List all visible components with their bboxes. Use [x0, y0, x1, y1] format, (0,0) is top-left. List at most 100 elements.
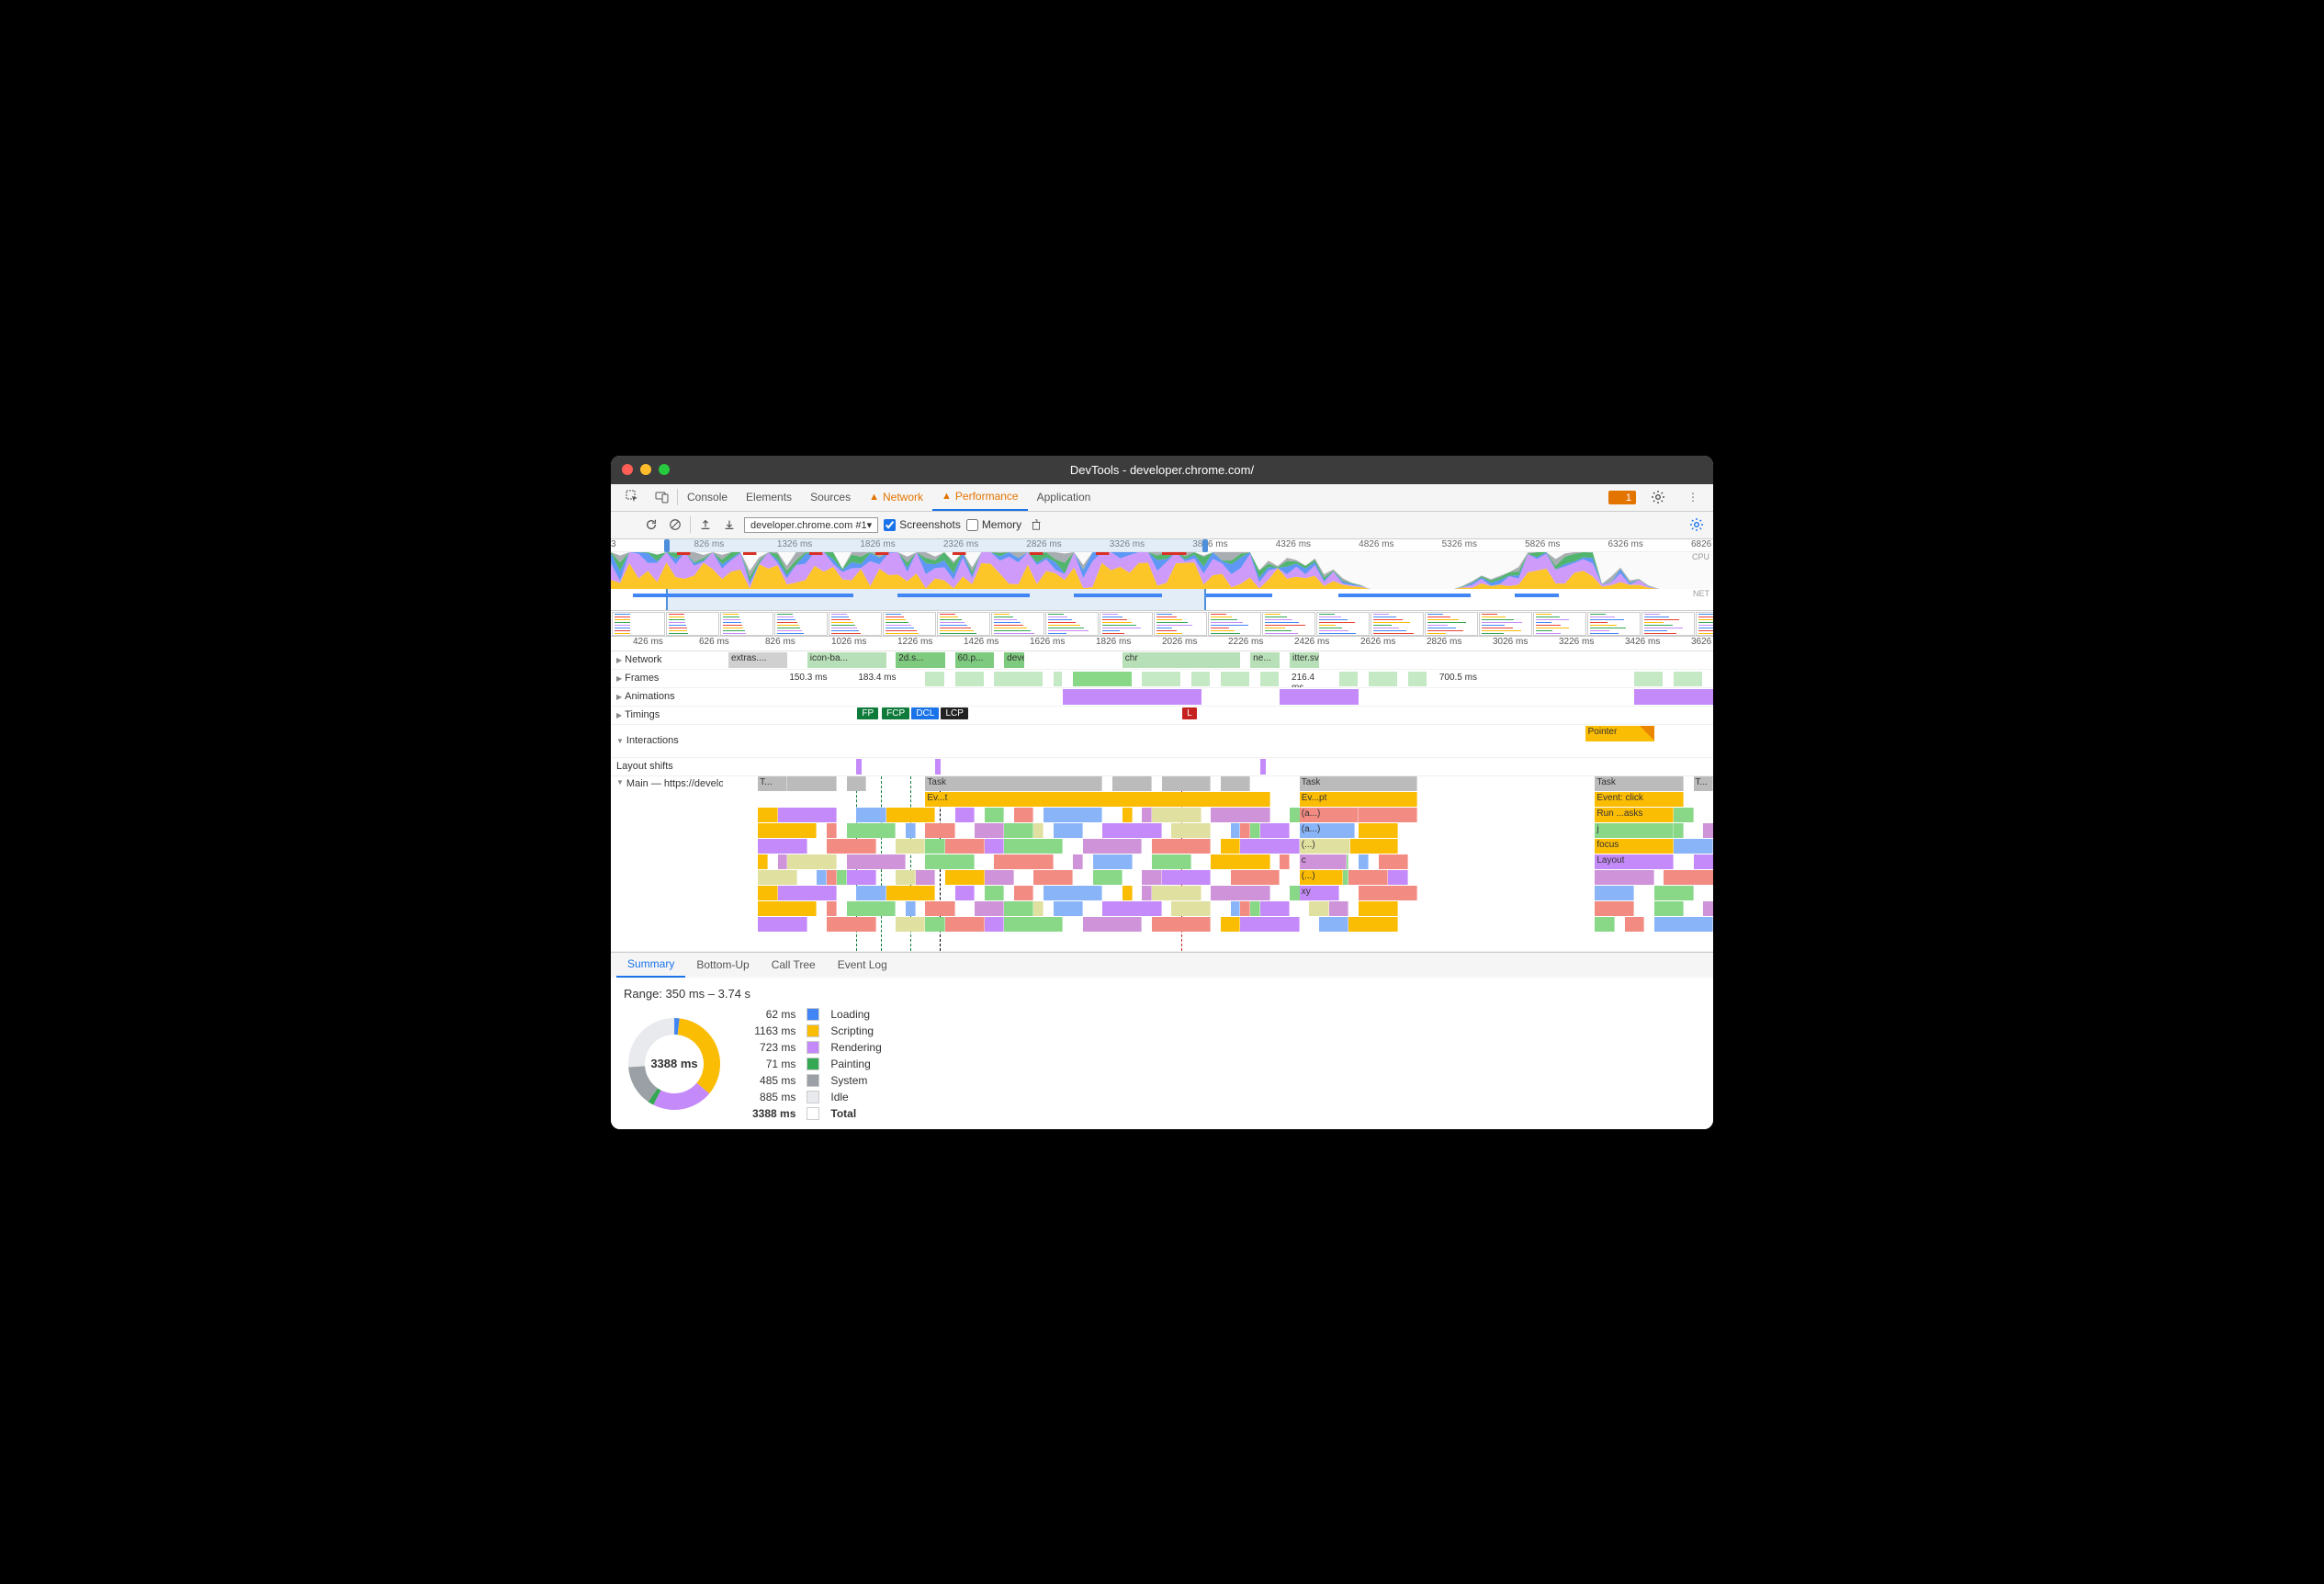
flame-frame[interactable]	[1142, 870, 1161, 885]
filmstrip-thumb[interactable]	[1045, 612, 1099, 636]
track-main[interactable]: ▼Main — https://developer.chrome.com/ T.…	[611, 776, 1713, 952]
flame-frame[interactable]	[1162, 870, 1212, 885]
flame-frame[interactable]	[945, 870, 985, 885]
flame-frame[interactable]	[758, 823, 817, 838]
flame-frame[interactable]	[758, 808, 777, 822]
filmstrip-thumb[interactable]	[720, 612, 773, 636]
flame-frame[interactable]	[1348, 917, 1398, 932]
device-icon[interactable]	[648, 490, 677, 504]
flame-frame[interactable]	[1014, 808, 1033, 822]
flame-frame[interactable]	[1033, 870, 1073, 885]
network-request[interactable]: extras....	[728, 652, 787, 668]
frame-bar[interactable]	[1408, 672, 1427, 686]
network-request[interactable]: icon-ba...	[807, 652, 886, 668]
close-icon[interactable]	[622, 464, 633, 475]
flame-frame[interactable]: Ev...pt	[1300, 792, 1418, 807]
flame-frame[interactable]	[827, 823, 837, 838]
flame-frame[interactable]: (a...)	[1300, 823, 1355, 838]
flame-frame[interactable]	[1152, 917, 1211, 932]
frame-bar[interactable]: 216.4 ms	[1290, 672, 1329, 687]
details-tab-bottom-up[interactable]: Bottom-Up	[685, 953, 760, 978]
flame-frame[interactable]	[837, 870, 847, 885]
inspect-icon[interactable]	[618, 490, 648, 504]
flame-frame[interactable]	[955, 886, 975, 900]
frame-bar[interactable]: 150.3 ms	[787, 672, 846, 684]
flame-frame[interactable]	[1033, 901, 1044, 916]
flame-frame[interactable]	[758, 854, 768, 869]
flame-task[interactable]	[1162, 776, 1212, 791]
flame-frame[interactable]	[1348, 870, 1388, 885]
flame-task[interactable]	[787, 776, 837, 791]
flame-frame[interactable]	[955, 808, 975, 822]
flame-frame[interactable]: (...)	[1300, 839, 1351, 854]
tab-network[interactable]: ▲Network	[860, 484, 932, 511]
flame-frame[interactable]	[1250, 901, 1260, 916]
layout-shift[interactable]	[1260, 759, 1266, 775]
flame-frame[interactable]	[1044, 886, 1102, 900]
filmstrip-thumb[interactable]	[666, 612, 719, 636]
flame-frame[interactable]	[1359, 886, 1417, 900]
flame-frame[interactable]	[1231, 870, 1280, 885]
recording-select[interactable]: developer.chrome.com #1▾	[744, 517, 878, 533]
upload-button[interactable]	[696, 515, 715, 534]
track-frames[interactable]: ▶Frames 150.3 ms183.4 ms216.4 ms700.5 ms	[611, 670, 1713, 688]
frame-bar[interactable]	[1073, 672, 1132, 686]
flame-frame[interactable]	[1123, 886, 1133, 900]
flame-frame[interactable]: xy	[1300, 886, 1339, 900]
filmstrip-thumb[interactable]	[1425, 612, 1478, 636]
flame-frame[interactable]	[896, 917, 925, 932]
flame-frame[interactable]	[778, 886, 837, 900]
settings-icon[interactable]	[1643, 490, 1673, 504]
flame-frame[interactable]	[1044, 808, 1102, 822]
network-request[interactable]: 2d.s...	[896, 652, 945, 668]
filmstrip-thumb[interactable]	[1533, 612, 1586, 636]
frame-bar[interactable]	[1054, 672, 1064, 686]
filmstrip-thumb[interactable]	[937, 612, 990, 636]
filmstrip-thumb[interactable]	[1154, 612, 1207, 636]
filmstrip-thumb[interactable]	[1696, 612, 1713, 636]
flame-frame[interactable]: Layout	[1595, 854, 1674, 869]
flame-frame[interactable]	[1231, 823, 1241, 838]
flame-frame[interactable]	[817, 870, 827, 885]
overview[interactable]: 3826 ms1326 ms1826 ms2326 ms2826 ms3326 …	[611, 539, 1713, 611]
flame-frame[interactable]	[1654, 917, 1713, 932]
flame-frame[interactable]	[985, 839, 1004, 854]
flame-task[interactable]: T...	[758, 776, 787, 791]
flame-frame[interactable]	[1171, 901, 1211, 916]
flame-frame[interactable]	[1348, 839, 1398, 854]
flame-frame[interactable]	[1240, 917, 1299, 932]
timing-badge-fp[interactable]: FP	[857, 707, 878, 719]
network-request[interactable]: chr	[1123, 652, 1241, 668]
flame-frame[interactable]	[1171, 823, 1211, 838]
flame-frame[interactable]	[1260, 823, 1290, 838]
more-icon[interactable]: ⋮	[1680, 491, 1706, 503]
capture-settings-icon[interactable]	[1687, 515, 1706, 534]
flame-frame[interactable]	[1083, 839, 1142, 854]
flame-frame[interactable]	[906, 823, 916, 838]
network-request[interactable]: 60.p...	[955, 652, 995, 668]
flame-frame[interactable]	[1004, 839, 1063, 854]
flame-frame[interactable]	[787, 854, 837, 869]
flame-frame[interactable]: (...)	[1300, 870, 1343, 885]
flame-frame[interactable]	[886, 886, 936, 900]
frame-bar[interactable]	[1634, 672, 1664, 686]
flame-frame[interactable]	[1093, 870, 1123, 885]
timing-badge-l[interactable]: L	[1182, 707, 1197, 719]
gc-button[interactable]	[1027, 515, 1045, 534]
flame-frame[interactable]	[778, 808, 837, 822]
flame-frame[interactable]	[945, 917, 985, 932]
flame-frame[interactable]	[985, 870, 1014, 885]
flame-frame[interactable]	[1152, 808, 1201, 822]
flame-frame[interactable]	[916, 870, 935, 885]
reload-record-button[interactable]	[642, 515, 660, 534]
flame-frame[interactable]	[1004, 823, 1033, 838]
tab-elements[interactable]: Elements	[737, 484, 801, 511]
flame-frame[interactable]	[1595, 901, 1634, 916]
flame-frame[interactable]	[985, 808, 1004, 822]
flame-frame[interactable]	[827, 917, 876, 932]
flame-task[interactable]: Task	[1595, 776, 1683, 791]
flame-task[interactable]	[1112, 776, 1152, 791]
details-tab-call-tree[interactable]: Call Tree	[761, 953, 827, 978]
interaction-pointer[interactable]: Pointer	[1585, 726, 1654, 741]
flame-frame[interactable]	[1054, 901, 1083, 916]
